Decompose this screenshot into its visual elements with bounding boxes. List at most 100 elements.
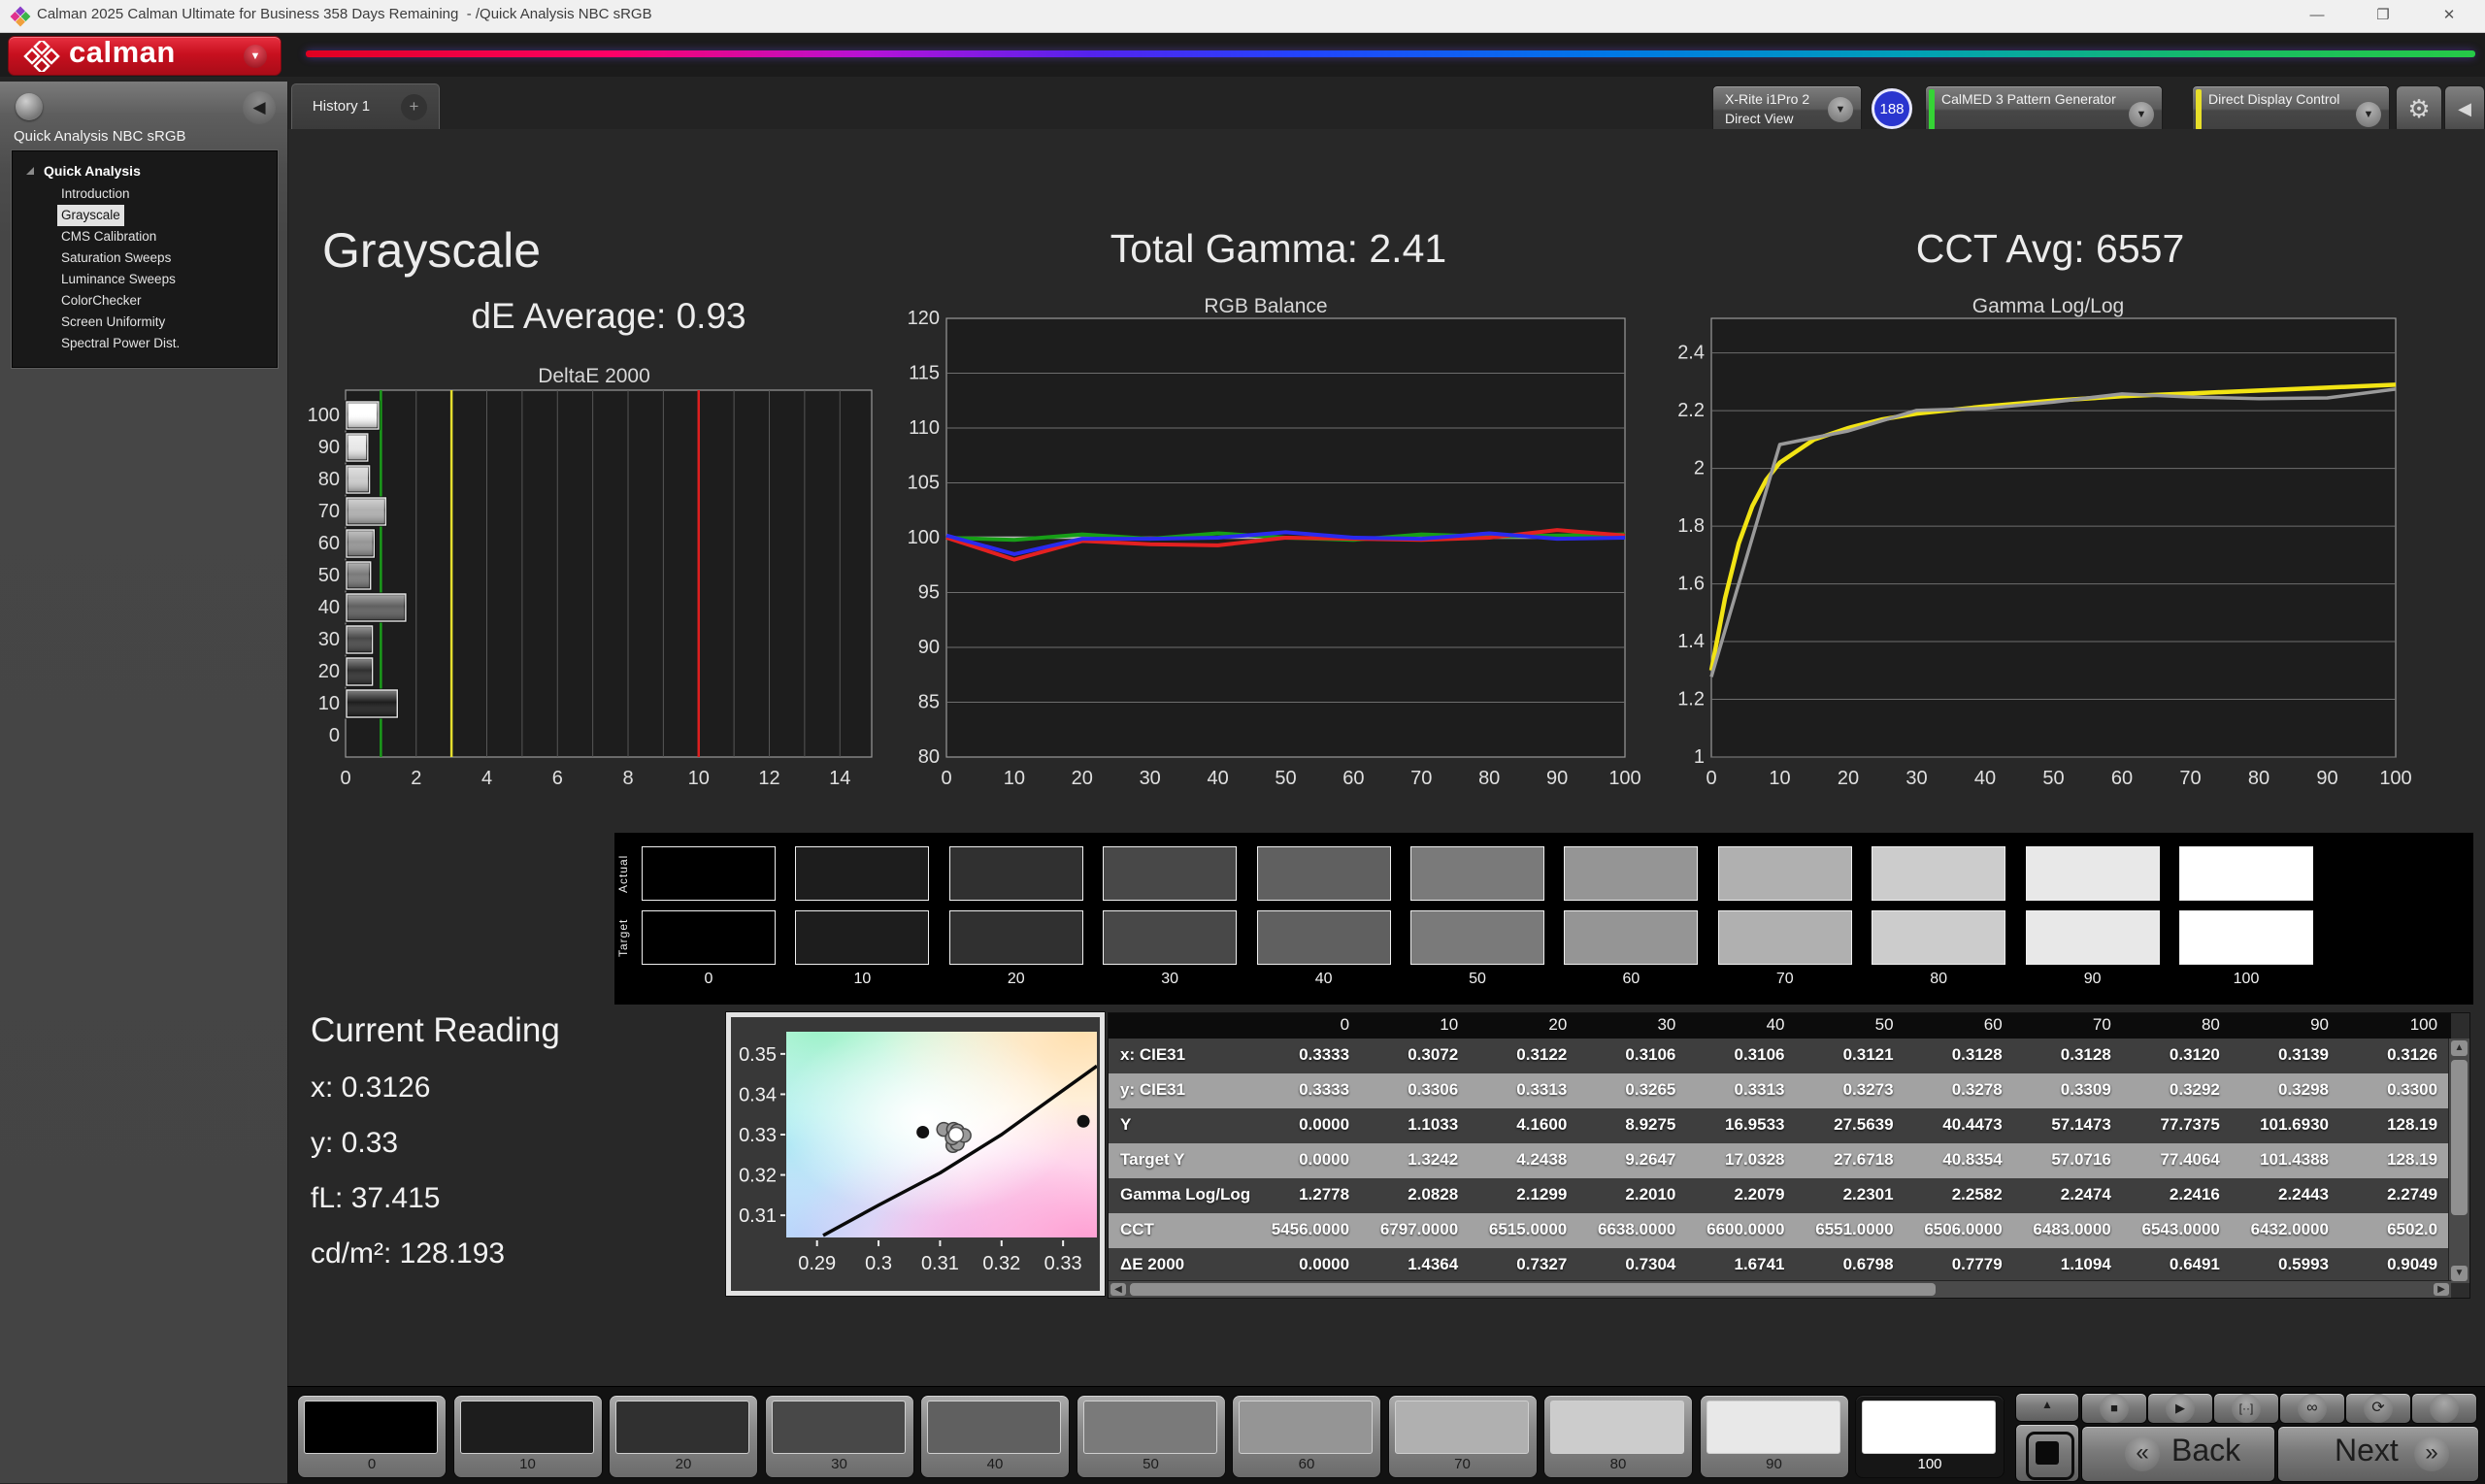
play-button[interactable]: ▶ [2147, 1393, 2213, 1424]
cell-gamma-log-log-30: 2.2010 [1580, 1185, 1675, 1204]
cell-cct-100: 6502.0 [2342, 1220, 2437, 1239]
pattern-panel-up-button[interactable]: ▲ [2015, 1393, 2079, 1422]
svg-text:1.6: 1.6 [1677, 574, 1705, 595]
stop-button[interactable]: ■ [2081, 1393, 2147, 1424]
sidebar-item-luminance-sweeps[interactable]: Luminance Sweeps [57, 269, 180, 290]
svg-text:10: 10 [1004, 768, 1025, 789]
svg-text:70: 70 [2179, 768, 2201, 789]
next-button[interactable]: Next » [2277, 1426, 2479, 1482]
refresh-button[interactable]: ⟳ [2345, 1393, 2411, 1424]
svg-text:120: 120 [908, 308, 940, 329]
vertical-scrollbar[interactable]: ▲ ▼ [2448, 1039, 2469, 1283]
pattern-patch-40[interactable]: 40 [920, 1395, 1070, 1478]
svg-text:20: 20 [318, 661, 340, 682]
sidebar-item-cms-calibration[interactable]: CMS Calibration [57, 226, 160, 247]
row-label: y: CIE31 [1120, 1080, 1185, 1100]
cell-y-70: 57.1473 [2016, 1115, 2111, 1135]
table-row-x-cie31: x: CIE310.33330.30720.31220.31060.31060.… [1109, 1039, 2451, 1073]
table-col-header-90: 90 [2234, 1015, 2329, 1037]
cell-gamma-log-log-60: 2.2582 [1907, 1185, 2003, 1204]
cell-e-2000-30: 0.7304 [1580, 1255, 1675, 1274]
range-button[interactable]: [··] [2213, 1393, 2279, 1424]
cell-e-2000-10: 1.4364 [1363, 1255, 1458, 1274]
sidebar-item-saturation-sweeps[interactable]: Saturation Sweeps [57, 247, 175, 269]
tab-history-1[interactable]: History 1 [291, 83, 391, 130]
sidebar-collapse-button[interactable]: ◀ [243, 91, 276, 124]
minimize-icon[interactable]: — [2295, 0, 2339, 31]
display-status-stripe [2196, 89, 2202, 130]
table-header-row: 0102030405060708090100 [1109, 1013, 2451, 1039]
sidebar-item-grayscale[interactable]: Grayscale [57, 205, 124, 226]
svg-text:DeltaE 2000: DeltaE 2000 [538, 365, 650, 387]
meter-count-badge[interactable]: 188 [1872, 88, 1912, 129]
pattern-patch-10[interactable]: 10 [453, 1395, 603, 1478]
svg-text:0.33: 0.33 [739, 1125, 777, 1146]
pattern-window-button[interactable] [2015, 1424, 2079, 1482]
patch-label: 100 [1856, 1456, 2004, 1472]
cell-cct-30: 6638.0000 [1580, 1220, 1675, 1239]
actual-swatch-100 [2179, 846, 2313, 901]
cell-e-2000-20: 0.7327 [1472, 1255, 1567, 1274]
svg-text:40: 40 [318, 597, 340, 618]
pattern-patch-70[interactable]: 70 [1388, 1395, 1538, 1478]
pattern-generator-dropdown[interactable]: CalMED 3 Pattern Generator ▼ [1925, 85, 2163, 134]
svg-text:85: 85 [918, 692, 940, 713]
back-button[interactable]: « Back [2081, 1426, 2275, 1482]
sidebar-item-colorchecker[interactable]: ColorChecker [57, 290, 146, 312]
pattern-patch-30[interactable]: 30 [765, 1395, 914, 1478]
table-col-header-80: 80 [2125, 1015, 2220, 1037]
display-control-dropdown[interactable]: Direct Display Control ▼ [2192, 85, 2390, 134]
chevron-down-icon: ▼ [1828, 97, 1853, 122]
sidebar-item-screen-uniformity[interactable]: Screen Uniformity [57, 312, 169, 333]
patch-label: 0 [298, 1456, 446, 1472]
cie-chromaticity-chart: 0.350.340.330.320.310.290.30.310.320.33 [726, 1012, 1105, 1296]
patch-swatch [460, 1401, 594, 1454]
sidebar-item-introduction[interactable]: Introduction [57, 183, 134, 205]
cell-target-y-40: 17.0328 [1689, 1150, 1784, 1170]
calman-menu-button[interactable]: calman ▼ [8, 36, 282, 76]
pattern-patch-0[interactable]: 0 [297, 1395, 447, 1478]
horizontal-scrollbar[interactable]: ◀ ▶ [1109, 1280, 2451, 1298]
actual-swatch-70 [1718, 846, 1852, 901]
svg-text:80: 80 [1478, 768, 1500, 789]
loop-button[interactable]: ∞ [2279, 1393, 2345, 1424]
pattern-patch-80[interactable]: 80 [1543, 1395, 1693, 1478]
row-label: Y [1120, 1115, 1131, 1135]
cell-y-40: 16.9533 [1689, 1115, 1784, 1135]
cell-cct-80: 6543.0000 [2125, 1220, 2220, 1239]
meter-dropdown[interactable]: X-Rite i1Pro 2 Direct View ▼ [1712, 85, 1862, 134]
pattern-patch-60[interactable]: 60 [1232, 1395, 1381, 1478]
pattern-patch-50[interactable]: 50 [1077, 1395, 1226, 1478]
cell-x-cie31-50: 0.3121 [1799, 1045, 1894, 1065]
cell-cct-50: 6551.0000 [1799, 1220, 1894, 1239]
svg-text:2: 2 [1694, 458, 1705, 479]
sidebar-item-spectral-power-dist[interactable]: Spectral Power Dist. [57, 333, 183, 354]
settings-button[interactable]: ⚙ [2396, 85, 2442, 134]
cell-e-2000-60: 0.7779 [1907, 1255, 2003, 1274]
svg-text:90: 90 [318, 437, 340, 458]
meter-name: X-Rite i1Pro 2 [1725, 91, 1809, 107]
tree-root-quick-analysis[interactable]: Quick Analysis [13, 161, 277, 182]
patch-label: 90 [1701, 1456, 1848, 1472]
close-icon[interactable]: ✕ [2427, 0, 2471, 31]
sidebar-orb-button[interactable] [16, 93, 43, 120]
meter-mode: Direct View [1725, 111, 1794, 126]
chevron-down-icon[interactable]: ▼ [244, 45, 267, 68]
svg-text:40: 40 [1974, 768, 1996, 789]
table-col-header-60: 60 [1907, 1015, 2003, 1037]
svg-text:115: 115 [909, 363, 940, 384]
maximize-icon[interactable]: ❐ [2361, 0, 2405, 31]
svg-text:90: 90 [918, 637, 940, 658]
blank-button[interactable] [2411, 1393, 2477, 1424]
cell-e-2000-70: 1.1094 [2016, 1255, 2111, 1274]
cell-y-cie31-100: 0.3300 [2342, 1080, 2437, 1100]
patch-swatch [304, 1401, 438, 1454]
pattern-patch-100[interactable]: 100 [1855, 1395, 2005, 1478]
pattern-patch-20[interactable]: 20 [609, 1395, 758, 1478]
table-row-y: Y0.00001.10334.16008.927516.953327.56394… [1109, 1108, 2451, 1143]
add-tab-button[interactable]: + [390, 83, 440, 130]
calman-logo-icon [22, 41, 61, 72]
cell-target-y-30: 9.2647 [1580, 1150, 1675, 1170]
collapse-panel-button[interactable]: ◀ [2444, 85, 2485, 134]
pattern-patch-90[interactable]: 90 [1700, 1395, 1849, 1478]
